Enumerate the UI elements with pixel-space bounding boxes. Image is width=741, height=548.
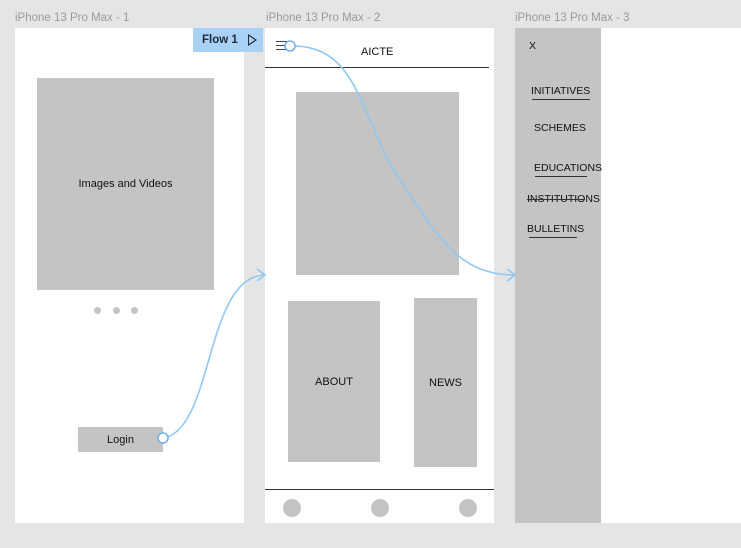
connector-start-menu[interactable] — [284, 40, 296, 52]
connector-start-login[interactable] — [157, 432, 169, 444]
connector-menu-to-frame3[interactable] — [292, 45, 516, 276]
connector-login-to-frame2[interactable] — [163, 274, 266, 439]
prototype-connectors — [157, 40, 517, 444]
